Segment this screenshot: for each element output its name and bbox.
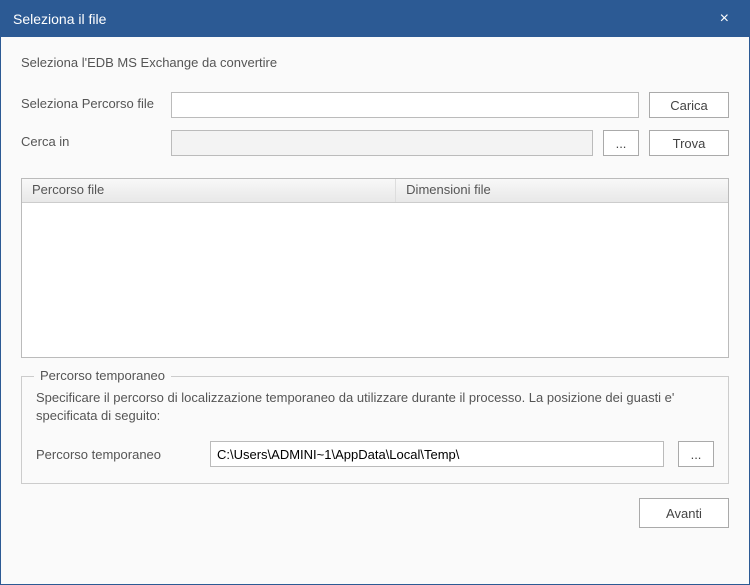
temp-path-legend: Percorso temporaneo — [34, 368, 171, 383]
dialog-window: Seleziona il file × Seleziona l'EDB MS E… — [0, 0, 750, 585]
select-path-row: Seleziona Percorso file Carica — [21, 92, 729, 118]
browse-search-button[interactable]: ... — [603, 130, 639, 156]
search-in-label: Cerca in — [21, 130, 161, 150]
select-path-input[interactable] — [171, 92, 639, 118]
titlebar: Seleziona il file × — [1, 1, 749, 37]
dialog-footer: Avanti — [21, 484, 729, 528]
search-in-row: Cerca in ... Trova — [21, 130, 729, 156]
table-header: Percorso file Dimensioni file — [22, 179, 728, 203]
table-column-path[interactable]: Percorso file — [22, 179, 396, 202]
dialog-title: Seleziona il file — [13, 11, 712, 27]
temp-path-label: Percorso temporaneo — [36, 447, 196, 462]
temp-path-row: Percorso temporaneo ... — [36, 441, 714, 467]
dialog-subtitle: Seleziona l'EDB MS Exchange da convertir… — [21, 55, 729, 70]
dialog-content: Seleziona l'EDB MS Exchange da convertir… — [1, 37, 749, 584]
table-body[interactable] — [22, 203, 728, 357]
table-column-size[interactable]: Dimensioni file — [396, 179, 728, 202]
temp-path-input[interactable] — [210, 441, 664, 467]
temp-path-fieldset: Percorso temporaneo Specificare il perco… — [21, 376, 729, 484]
select-path-label: Seleziona Percorso file — [21, 92, 161, 112]
file-list-table: Percorso file Dimensioni file — [21, 178, 729, 358]
browse-temp-button[interactable]: ... — [678, 441, 714, 467]
temp-path-description: Specificare il percorso di localizzazion… — [36, 389, 714, 425]
next-button[interactable]: Avanti — [639, 498, 729, 528]
load-button[interactable]: Carica — [649, 92, 729, 118]
search-in-input[interactable] — [171, 130, 593, 156]
close-icon[interactable]: × — [712, 6, 737, 32]
find-button[interactable]: Trova — [649, 130, 729, 156]
